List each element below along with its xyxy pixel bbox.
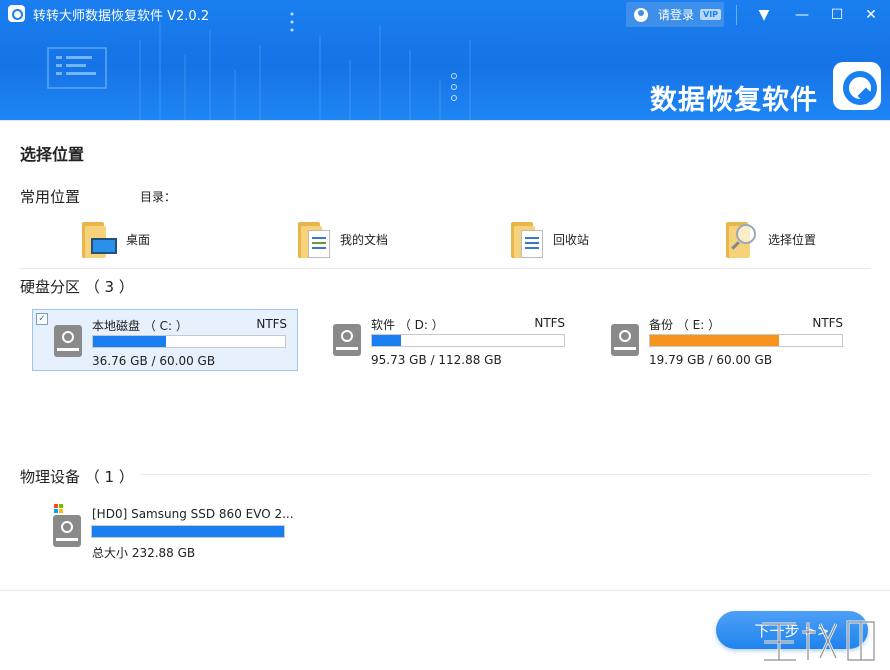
app-title: 转转大师数据恢复软件 V2.0.2 [33,9,210,24]
partition-e[interactable]: 备份 （ E: ） NTFS 19.79 GB / 60.00 GB [590,309,856,371]
close-button[interactable]: ✕ [857,3,885,27]
login-label: 请登录 [658,8,695,22]
usage-fill [92,526,284,537]
partition-name: 软件 （ D: ） [371,318,444,332]
device-size: 总大小 232.88 GB [92,546,196,560]
quick-location-label: 我的文档 [340,232,389,247]
common-locations-title: 常用位置 [20,188,81,206]
partition-filesystem: NTFS [534,316,565,330]
login-button[interactable]: 请登录 VIP [626,2,724,27]
next-step-button[interactable]: 下一步 >> [716,611,868,649]
recycle-bin-folder-icon [511,220,543,258]
vip-badge: VIP [700,9,722,20]
close-icon: ✕ [865,7,877,23]
device-name: [HD0] Samsung SSD 860 EVO 2... [92,507,294,521]
maximize-icon: ☐ [830,7,844,23]
partition-d[interactable]: 软件 （ D: ） NTFS 95.73 GB / 112.88 GB [312,309,578,371]
app-logo-icon [8,5,25,22]
usage-bar [91,525,285,538]
hard-disk-icon [54,325,82,357]
partition-size: 36.76 GB / 60.00 GB [92,354,216,368]
partition-size: 19.79 GB / 60.00 GB [649,353,773,367]
quick-location-desktop[interactable]: 桌面 [82,220,150,258]
browse-folder-icon [726,220,756,258]
footer-divider [0,590,890,591]
partition-filesystem: NTFS [812,316,843,330]
quick-location-recycle-bin[interactable]: 回收站 [511,220,589,258]
page-title: 选择位置 [20,145,85,164]
quick-location-browse[interactable]: 选择位置 [726,220,816,258]
usage-fill [372,335,401,346]
quick-location-documents[interactable]: 我的文档 [298,220,388,258]
minimize-icon: — [795,7,809,23]
hard-disk-icon [53,515,81,547]
usage-fill [93,336,166,347]
user-icon [634,7,648,22]
partition-filesystem: NTFS [256,317,287,331]
chevron-down-icon: ▼ [758,7,770,23]
quick-location-label: 选择位置 [768,232,817,247]
usage-fill [650,335,779,346]
hard-disk-icon [333,324,361,356]
desktop-folder-icon [82,220,117,258]
header-divider [0,120,890,121]
brand-text: 数据恢复软件 [650,85,818,116]
documents-folder-icon [298,220,330,258]
minimize-button[interactable]: — [788,3,816,27]
section-divider [20,474,870,475]
windows-logo-icon [54,504,64,514]
title-separator [736,5,737,25]
directory-label: 目录： [140,190,177,204]
hard-disk-icon [611,324,639,356]
usage-bar [92,335,286,348]
quick-location-label: 回收站 [553,232,590,247]
usage-bar [371,334,565,347]
physical-device-hd0[interactable]: [HD0] Samsung SSD 860 EVO 2... 总大小 232.8… [32,500,298,562]
header-banner: 转转大师数据恢复软件 V2.0.2 请登录 VIP ▼ — ☐ ✕ 数据恢复软件 [0,0,890,120]
menu-button[interactable]: ▼ [750,3,778,27]
maximize-button[interactable]: ☐ [823,3,851,27]
usage-bar [649,334,843,347]
partition-size: 95.73 GB / 112.88 GB [371,353,502,367]
quick-location-label: 桌面 [126,232,151,247]
partitions-title: 硬盘分区 （ 3 ） [20,278,134,296]
physical-devices-title: 物理设备 （ 1 ） [20,466,140,487]
partition-name: 备份 （ E: ） [649,318,721,332]
partition-c[interactable]: ✓ 本地磁盘 （ C: ） NTFS 36.76 GB / 60.00 GB [32,309,298,371]
section-divider [20,268,870,269]
selected-check-icon[interactable]: ✓ [36,313,48,325]
brand-logo-icon [833,62,881,110]
partition-name: 本地磁盘 （ C: ） [92,319,188,333]
